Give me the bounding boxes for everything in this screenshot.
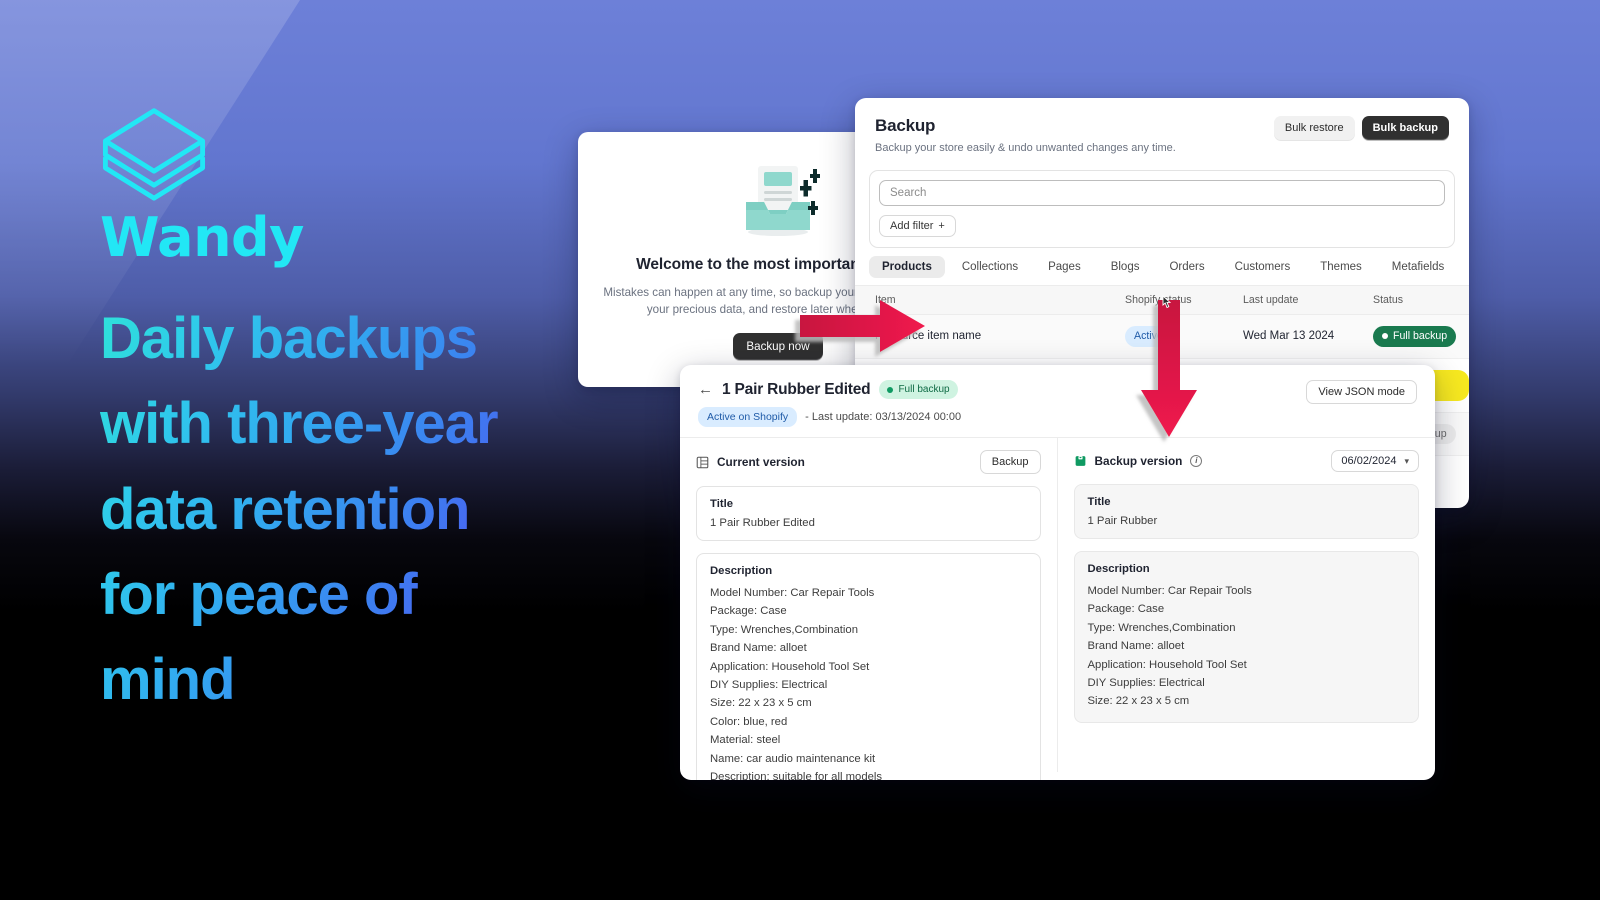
tab-orders[interactable]: Orders <box>1156 256 1217 278</box>
description-line: Name: car audio maintenance kit <box>710 752 876 765</box>
table-row[interactable]: Resource item name Active Wed Mar 13 2024 F… <box>855 314 1469 359</box>
description-line: DIY Supplies: Electrical <box>710 679 828 692</box>
shopify-status-badge: Active <box>1125 326 1172 347</box>
status-dot-icon <box>887 386 894 393</box>
backup-version-column: Backup version i 06/02/2024 ▾ Title 1 Pa… <box>1058 438 1436 772</box>
backup-button[interactable]: Backup <box>979 450 1041 474</box>
tab-blogs[interactable]: Blogs <box>1098 256 1153 278</box>
resource-title: 1 Pair Rubber Edited <box>722 380 871 398</box>
status-dot-icon <box>1382 332 1388 339</box>
description-line: Application: Household Tool Set <box>1087 658 1247 671</box>
table-header-row: Item Shopify status Last update Status <box>855 285 1469 315</box>
column-header-item: Item <box>855 285 1125 315</box>
description-line: DIY Supplies: Electrical <box>1087 677 1205 690</box>
column-header-shopify-status: Shopify status <box>1125 285 1243 315</box>
back-arrow-icon[interactable]: ← <box>698 382 713 397</box>
description-line: Type: Wrenches,Combination <box>1087 621 1236 634</box>
table-grid-icon <box>696 456 709 468</box>
version-compare-panel: ← 1 Pair Rubber Edited Full backup Activ… <box>680 365 1435 780</box>
cell-last-update: Wed Mar 13 2024 <box>1243 314 1373 359</box>
description-line: Package: Case <box>710 605 787 618</box>
description-line: Description: suitable for all models <box>710 771 883 780</box>
current-version-label: Current version <box>717 455 805 469</box>
current-description-field: Description Model Number: Car Repair Too… <box>696 553 1041 780</box>
description-line: Brand Name: alloet <box>710 642 807 655</box>
tab-customers[interactable]: Customers <box>1222 256 1304 278</box>
bulk-restore-button[interactable]: Bulk restore <box>1273 116 1355 140</box>
description-line: Application: Household Tool Set <box>710 660 870 673</box>
resource-tabs: Products Collections Pages Blogs Orders Custo… <box>855 248 1469 285</box>
column-header-status: Status <box>1373 285 1469 315</box>
field-value: Model Number: Car Repair Tools Package: C… <box>1088 582 1406 711</box>
column-header-last-update: Last update <box>1243 285 1373 315</box>
status-badge-label: Full backup <box>898 384 950 395</box>
last-update-text: - Last update: 03/13/2024 00:00 <box>805 411 962 423</box>
backup-version-label: Backup version <box>1094 454 1183 468</box>
brand-name: Wandy <box>100 206 304 269</box>
current-version-column: Current version Backup Title 1 Pair Rubb… <box>680 438 1058 780</box>
marketing-headline: Daily backups with three-year data reten… <box>100 296 540 722</box>
field-label: Title <box>1087 496 1111 508</box>
view-json-mode-button[interactable]: View JSON mode <box>1306 380 1417 404</box>
tab-products[interactable]: Products <box>869 256 945 278</box>
database-backup-icon <box>1075 456 1085 466</box>
field-value: 1 Pair Rubber <box>1087 515 1158 527</box>
tab-themes[interactable]: Themes <box>1307 256 1375 278</box>
add-filter-label: Add filter <box>890 220 934 232</box>
backup-now-button[interactable]: Backup now <box>733 332 823 360</box>
backup-version-value: 06/02/2024 <box>1341 455 1397 467</box>
info-icon[interactable]: i <box>1190 455 1203 467</box>
field-label: Description <box>710 565 773 577</box>
description-line: Type: Wrenches,Combination <box>710 623 858 636</box>
tab-collections[interactable]: Collections <box>949 256 1031 278</box>
description-line: Color: blue, red <box>710 715 788 728</box>
current-title-field: Title 1 Pair Rubber Edited <box>696 486 1041 541</box>
field-label: Description <box>1087 563 1150 575</box>
status-badge: Full backup <box>1373 326 1457 347</box>
backup-document-tray-icon <box>730 162 826 242</box>
backup-title-field: Title 1 Pair Rubber <box>1073 484 1419 539</box>
description-line: Model Number: Car Repair Tools <box>710 587 875 599</box>
page-subtitle: Backup your store easily & undo unwanted… <box>875 142 1176 154</box>
shopify-status-badge: Active on Shopify <box>698 407 798 427</box>
field-value: Model Number: Car Repair Tools Package: C… <box>710 584 1027 780</box>
description-line: Brand Name: alloet <box>1087 640 1185 653</box>
stacked-layers-icon <box>102 108 206 201</box>
description-line: Material: steel <box>710 734 781 747</box>
filter-container: Add filter + <box>869 170 1455 248</box>
backup-version-select[interactable]: 06/02/2024 ▾ <box>1331 450 1419 472</box>
brand-block: Wandy <box>100 105 570 265</box>
page-title: Backup <box>875 116 936 135</box>
tab-pages[interactable]: Pages <box>1035 256 1094 278</box>
description-line: Package: Case <box>1087 603 1165 616</box>
status-badge: Full backup <box>879 380 958 399</box>
plus-icon: + <box>938 220 945 232</box>
description-line: Size: 22 x 23 x 5 cm <box>1087 695 1190 708</box>
search-input[interactable] <box>879 180 1445 206</box>
description-line: Model Number: Car Repair Tools <box>1087 585 1252 597</box>
backup-description-field: Description Model Number: Car Repair Too… <box>1073 551 1419 723</box>
tab-metafields[interactable]: Metafields <box>1379 256 1457 278</box>
chevron-down-icon: ▾ <box>1404 455 1409 466</box>
add-filter-button[interactable]: Add filter + <box>879 215 956 237</box>
cell-item: Resource item name <box>855 314 1125 359</box>
field-label: Title <box>710 498 734 510</box>
field-value: 1 Pair Rubber Edited <box>710 517 815 529</box>
description-line: Size: 22 x 23 x 5 cm <box>710 697 812 710</box>
bulk-backup-button[interactable]: Bulk backup <box>1361 116 1449 140</box>
